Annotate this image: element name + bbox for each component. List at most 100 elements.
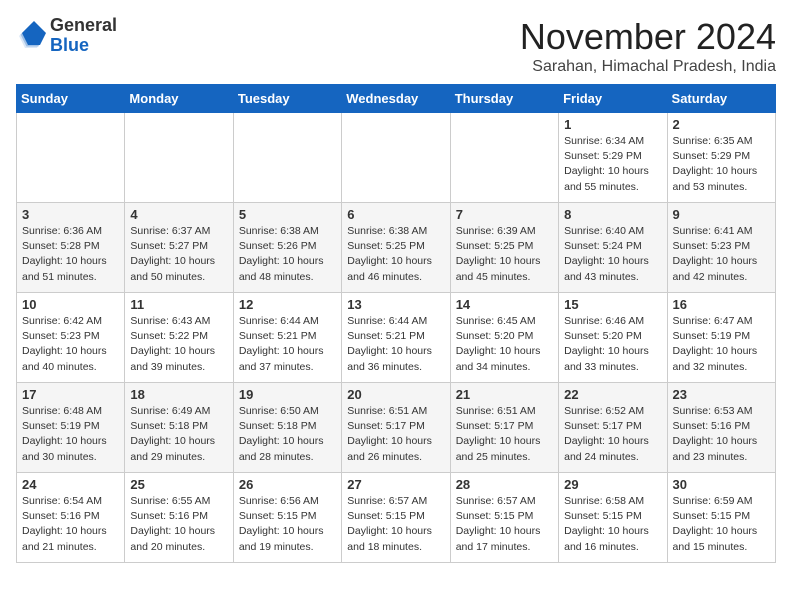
day-number: 30 <box>673 477 770 492</box>
logo-icon <box>16 21 46 51</box>
day-number: 14 <box>456 297 553 312</box>
day-info: Sunrise: 6:42 AM Sunset: 5:23 PM Dayligh… <box>22 314 119 375</box>
day-number: 6 <box>347 207 444 222</box>
day-info: Sunrise: 6:37 AM Sunset: 5:27 PM Dayligh… <box>130 224 227 285</box>
day-info: Sunrise: 6:38 AM Sunset: 5:26 PM Dayligh… <box>239 224 336 285</box>
day-info: Sunrise: 6:43 AM Sunset: 5:22 PM Dayligh… <box>130 314 227 375</box>
day-info: Sunrise: 6:48 AM Sunset: 5:19 PM Dayligh… <box>22 404 119 465</box>
day-info: Sunrise: 6:51 AM Sunset: 5:17 PM Dayligh… <box>456 404 553 465</box>
calendar-cell: 19 Sunrise: 6:50 AM Sunset: 5:18 PM Dayli… <box>233 383 341 473</box>
month-title: November 2024 <box>520 16 776 58</box>
day-number: 10 <box>22 297 119 312</box>
calendar-cell: 8Sunrise: 6:40 AM Sunset: 5:24 PM Daylig… <box>559 203 667 293</box>
day-number: 16 <box>673 297 770 312</box>
day-number: 5 <box>239 207 336 222</box>
calendar-cell <box>450 113 558 203</box>
calendar-cell: 30 Sunrise: 6:59 AM Sunset: 5:15 PM Dayli… <box>667 473 775 563</box>
calendar-cell: 26Sunrise: 6:56 AM Sunset: 5:15 PM Dayli… <box>233 473 341 563</box>
day-info: Sunrise: 6:57 AM Sunset: 5:15 PM Dayligh… <box>347 494 444 555</box>
day-info: Sunrise: 6:55 AM Sunset: 5:16 PM Dayligh… <box>130 494 227 555</box>
calendar-week-1: 1 Sunrise: 6:34 AM Sunset: 5:29 PM Daylig… <box>17 113 776 203</box>
day-info: Sunrise: 6:53 AM Sunset: 5:16 PM Dayligh… <box>673 404 770 465</box>
weekday-header-thursday: Thursday <box>450 85 558 113</box>
day-info: Sunrise: 6:44 AM Sunset: 5:21 PM Dayligh… <box>347 314 444 375</box>
day-number: 18 <box>130 387 227 402</box>
calendar-cell: 11 Sunrise: 6:43 AM Sunset: 5:22 PM Dayli… <box>125 293 233 383</box>
day-info: Sunrise: 6:50 AM Sunset: 5:18 PM Dayligh… <box>239 404 336 465</box>
calendar-cell: 20Sunrise: 6:51 AM Sunset: 5:17 PM Dayli… <box>342 383 450 473</box>
day-number: 24 <box>22 477 119 492</box>
day-number: 13 <box>347 297 444 312</box>
day-info: Sunrise: 6:41 AM Sunset: 5:23 PM Dayligh… <box>673 224 770 285</box>
calendar-cell: 10 Sunrise: 6:42 AM Sunset: 5:23 PM Dayli… <box>17 293 125 383</box>
calendar-cell: 27Sunrise: 6:57 AM Sunset: 5:15 PM Dayli… <box>342 473 450 563</box>
calendar-cell: 9 Sunrise: 6:41 AM Sunset: 5:23 PM Daylig… <box>667 203 775 293</box>
calendar-table: SundayMondayTuesdayWednesdayThursdayFrid… <box>16 84 776 563</box>
calendar-cell: 29Sunrise: 6:58 AM Sunset: 5:15 PM Dayli… <box>559 473 667 563</box>
day-number: 22 <box>564 387 661 402</box>
day-info: Sunrise: 6:59 AM Sunset: 5:15 PM Dayligh… <box>673 494 770 555</box>
calendar-cell <box>233 113 341 203</box>
calendar-cell: 13 Sunrise: 6:44 AM Sunset: 5:21 PM Dayli… <box>342 293 450 383</box>
calendar-cell: 24 Sunrise: 6:54 AM Sunset: 5:16 PM Dayli… <box>17 473 125 563</box>
day-info: Sunrise: 6:58 AM Sunset: 5:15 PM Dayligh… <box>564 494 661 555</box>
day-info: Sunrise: 6:45 AM Sunset: 5:20 PM Dayligh… <box>456 314 553 375</box>
calendar-cell: 22 Sunrise: 6:52 AM Sunset: 5:17 PM Dayli… <box>559 383 667 473</box>
calendar-cell <box>17 113 125 203</box>
day-number: 19 <box>239 387 336 402</box>
calendar-week-2: 3 Sunrise: 6:36 AM Sunset: 5:28 PM Daylig… <box>17 203 776 293</box>
location-subtitle: Sarahan, Himachal Pradesh, India <box>520 58 776 76</box>
day-info: Sunrise: 6:46 AM Sunset: 5:20 PM Dayligh… <box>564 314 661 375</box>
calendar-cell: 15 Sunrise: 6:46 AM Sunset: 5:20 PM Dayli… <box>559 293 667 383</box>
day-info: Sunrise: 6:40 AM Sunset: 5:24 PM Dayligh… <box>564 224 661 285</box>
calendar-cell: 1 Sunrise: 6:34 AM Sunset: 5:29 PM Daylig… <box>559 113 667 203</box>
day-info: Sunrise: 6:54 AM Sunset: 5:16 PM Dayligh… <box>22 494 119 555</box>
calendar-cell: 21 Sunrise: 6:51 AM Sunset: 5:17 PM Dayli… <box>450 383 558 473</box>
day-number: 12 <box>239 297 336 312</box>
calendar-cell: 5 Sunrise: 6:38 AM Sunset: 5:26 PM Daylig… <box>233 203 341 293</box>
day-number: 2 <box>673 117 770 132</box>
calendar-cell: 17Sunrise: 6:48 AM Sunset: 5:19 PM Dayli… <box>17 383 125 473</box>
day-info: Sunrise: 6:39 AM Sunset: 5:25 PM Dayligh… <box>456 224 553 285</box>
day-number: 21 <box>456 387 553 402</box>
day-number: 23 <box>673 387 770 402</box>
calendar-cell <box>342 113 450 203</box>
day-number: 1 <box>564 117 661 132</box>
title-block: November 2024 Sarahan, Himachal Pradesh,… <box>520 16 776 76</box>
logo: General Blue <box>16 16 117 56</box>
calendar-week-4: 17Sunrise: 6:48 AM Sunset: 5:19 PM Dayli… <box>17 383 776 473</box>
day-number: 9 <box>673 207 770 222</box>
calendar-body: 1 Sunrise: 6:34 AM Sunset: 5:29 PM Daylig… <box>17 113 776 563</box>
weekday-header-monday: Monday <box>125 85 233 113</box>
day-number: 3 <box>22 207 119 222</box>
day-number: 4 <box>130 207 227 222</box>
day-number: 11 <box>130 297 227 312</box>
day-info: Sunrise: 6:57 AM Sunset: 5:15 PM Dayligh… <box>456 494 553 555</box>
calendar-header: SundayMondayTuesdayWednesdayThursdayFrid… <box>17 85 776 113</box>
day-info: Sunrise: 6:52 AM Sunset: 5:17 PM Dayligh… <box>564 404 661 465</box>
calendar-cell: 6Sunrise: 6:38 AM Sunset: 5:25 PM Daylig… <box>342 203 450 293</box>
logo-text: General Blue <box>50 16 117 56</box>
day-number: 7 <box>456 207 553 222</box>
day-number: 15 <box>564 297 661 312</box>
calendar-week-3: 10 Sunrise: 6:42 AM Sunset: 5:23 PM Dayli… <box>17 293 776 383</box>
calendar-cell: 23 Sunrise: 6:53 AM Sunset: 5:16 PM Dayli… <box>667 383 775 473</box>
calendar-cell: 12 Sunrise: 6:44 AM Sunset: 5:21 PM Dayli… <box>233 293 341 383</box>
day-number: 25 <box>130 477 227 492</box>
weekday-row: SundayMondayTuesdayWednesdayThursdayFrid… <box>17 85 776 113</box>
day-info: Sunrise: 6:36 AM Sunset: 5:28 PM Dayligh… <box>22 224 119 285</box>
weekday-header-tuesday: Tuesday <box>233 85 341 113</box>
calendar-cell: 4 Sunrise: 6:37 AM Sunset: 5:27 PM Daylig… <box>125 203 233 293</box>
calendar-cell: 28Sunrise: 6:57 AM Sunset: 5:15 PM Dayli… <box>450 473 558 563</box>
weekday-header-friday: Friday <box>559 85 667 113</box>
day-info: Sunrise: 6:49 AM Sunset: 5:18 PM Dayligh… <box>130 404 227 465</box>
weekday-header-sunday: Sunday <box>17 85 125 113</box>
calendar-cell: 3 Sunrise: 6:36 AM Sunset: 5:28 PM Daylig… <box>17 203 125 293</box>
calendar-cell: 14 Sunrise: 6:45 AM Sunset: 5:20 PM Dayli… <box>450 293 558 383</box>
day-info: Sunrise: 6:47 AM Sunset: 5:19 PM Dayligh… <box>673 314 770 375</box>
calendar-cell: 16 Sunrise: 6:47 AM Sunset: 5:19 PM Dayli… <box>667 293 775 383</box>
day-info: Sunrise: 6:44 AM Sunset: 5:21 PM Dayligh… <box>239 314 336 375</box>
calendar-cell: 25 Sunrise: 6:55 AM Sunset: 5:16 PM Dayli… <box>125 473 233 563</box>
calendar-cell: 2Sunrise: 6:35 AM Sunset: 5:29 PM Daylig… <box>667 113 775 203</box>
day-info: Sunrise: 6:34 AM Sunset: 5:29 PM Dayligh… <box>564 134 661 195</box>
